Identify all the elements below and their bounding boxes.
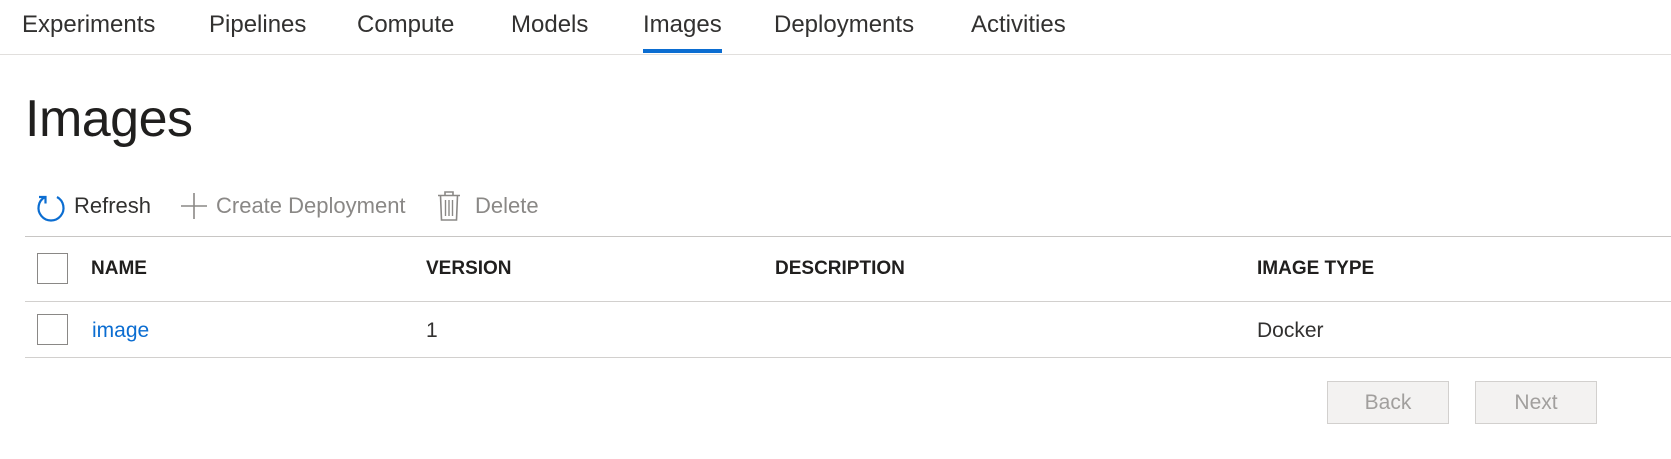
select-all-checkbox[interactable] <box>37 253 68 284</box>
delete-label: Delete <box>475 193 539 218</box>
tab-activities[interactable]: Activities <box>971 10 1066 40</box>
top-nav: Experiments Pipelines Compute Models Ima… <box>0 0 1671 55</box>
create-deployment-label: Create Deployment <box>216 193 406 218</box>
delete-button[interactable]: Delete <box>437 188 539 224</box>
create-deployment-button[interactable]: Create Deployment <box>180 188 406 224</box>
column-header-version[interactable]: VERSION <box>426 257 512 281</box>
image-version: 1 <box>426 319 438 342</box>
image-name-link[interactable]: image <box>92 318 149 344</box>
row-divider <box>25 357 1671 358</box>
tab-deployments[interactable]: Deployments <box>774 10 914 40</box>
tab-images[interactable]: Images <box>643 10 722 53</box>
back-button[interactable]: Back <box>1327 381 1449 424</box>
row-checkbox[interactable] <box>37 314 68 345</box>
image-type: Docker <box>1257 319 1324 342</box>
page-title: Images <box>25 90 193 148</box>
plus-icon <box>180 192 208 220</box>
refresh-button[interactable]: Refresh <box>36 188 151 224</box>
header-divider <box>25 301 1671 302</box>
tab-experiments[interactable]: Experiments <box>22 10 155 40</box>
refresh-label: Refresh <box>74 193 152 218</box>
tab-pipelines[interactable]: Pipelines <box>209 10 306 40</box>
table-top-divider <box>25 236 1671 237</box>
column-header-image-type[interactable]: IMAGE TYPE <box>1257 257 1374 281</box>
trash-icon <box>437 190 461 222</box>
refresh-icon <box>36 190 66 222</box>
next-button[interactable]: Next <box>1475 381 1597 424</box>
column-header-description[interactable]: DESCRIPTION <box>775 257 905 281</box>
tab-compute[interactable]: Compute <box>357 10 454 40</box>
tab-models[interactable]: Models <box>511 10 588 40</box>
column-header-name[interactable]: NAME <box>91 257 147 281</box>
